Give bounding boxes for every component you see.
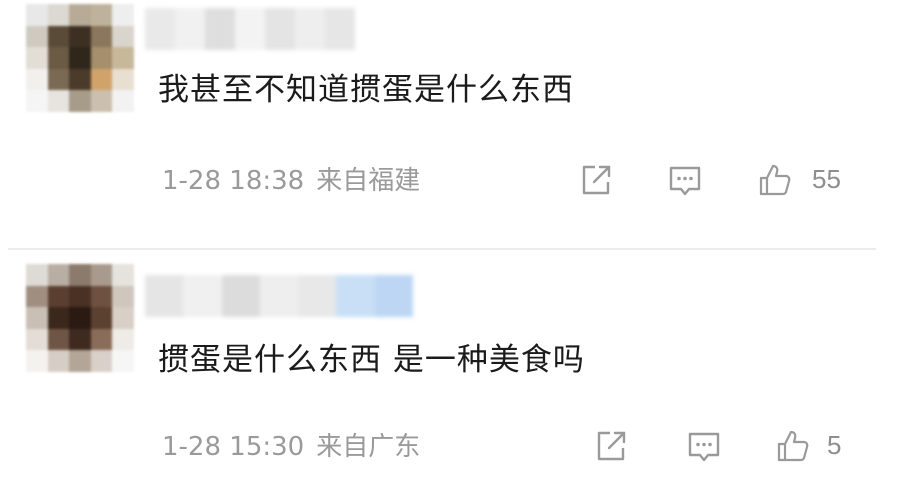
comment-icon[interactable] — [686, 428, 722, 464]
comment-text: 我甚至不知道掼蛋是什么东西 — [158, 72, 574, 108]
share-icon[interactable] — [593, 428, 629, 464]
comment-icon[interactable] — [667, 162, 703, 198]
username-blurred[interactable] — [145, 8, 355, 50]
avatar[interactable] — [26, 264, 134, 372]
thumbs-up-icon[interactable] — [775, 428, 811, 464]
comment-actions: 55 — [0, 158, 901, 202]
comment-item: 我甚至不知道掼蛋是什么东西 1-28 18:38 来自福建 55 — [0, 0, 901, 248]
like-count: 55 — [812, 164, 841, 194]
share-icon[interactable] — [578, 162, 614, 198]
thumbs-up-icon[interactable] — [757, 162, 793, 198]
like-count: 5 — [827, 430, 842, 460]
comment-text: 掼蛋是什么东西 是一种美食吗 — [158, 342, 585, 378]
avatar[interactable] — [26, 4, 134, 112]
username-blurred[interactable] — [145, 275, 413, 317]
comment-actions: 5 — [0, 424, 901, 468]
comment-item: 掼蛋是什么东西 是一种美食吗 1-28 15:30 来自广东 5 — [0, 250, 901, 481]
